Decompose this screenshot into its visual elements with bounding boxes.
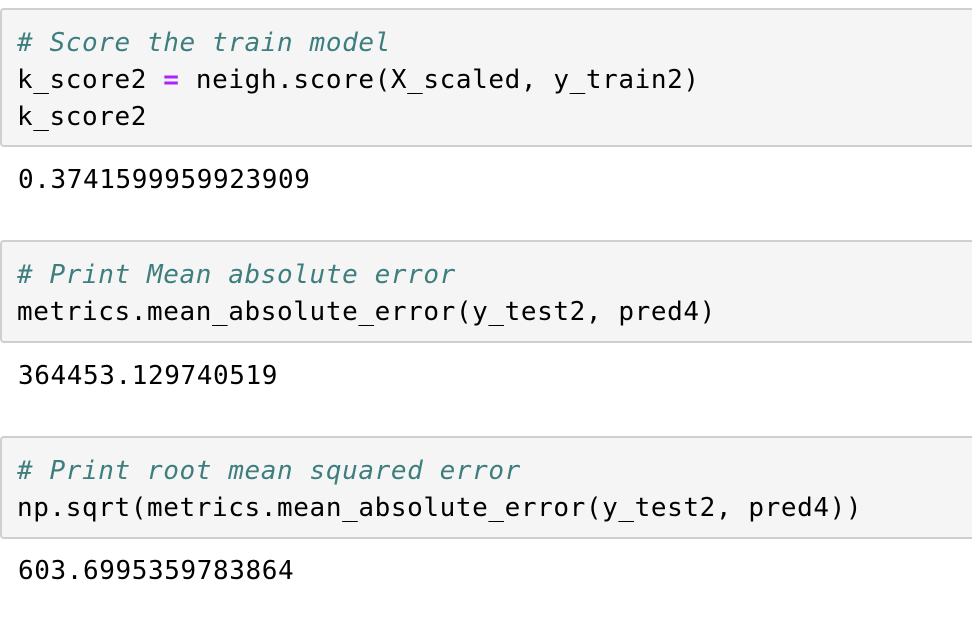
code-comment: # Print Mean absolute error bbox=[17, 260, 456, 290]
code-line: k_score2 = neigh.score(X_scaled, y_train… bbox=[17, 62, 972, 99]
code-comment: # Score the train model bbox=[17, 28, 391, 58]
cell-output-2: 364453.129740519 bbox=[18, 361, 279, 391]
code-line: np.sqrt(metrics.mean_absolute_error(y_te… bbox=[17, 493, 863, 523]
cell-output-3: 603.6995359783864 bbox=[18, 556, 295, 586]
notebook-cell-2: # Print Mean absolute error metrics.mean… bbox=[0, 240, 972, 343]
code-input-cell-1[interactable]: # Score the train model k_score2 = neigh… bbox=[0, 8, 972, 147]
code-expression: neigh.score(X_scaled, y_train2) bbox=[195, 65, 700, 95]
notebook-cell-1: # Score the train model k_score2 = neigh… bbox=[0, 8, 972, 147]
code-input-cell-2[interactable]: # Print Mean absolute error metrics.mean… bbox=[0, 240, 972, 343]
cell-output-1: 0.3741599959923909 bbox=[18, 165, 311, 195]
code-line: k_score2 bbox=[17, 102, 148, 132]
code-variable: k_score2 bbox=[17, 65, 148, 95]
code-line: metrics.mean_absolute_error(y_test2, pre… bbox=[17, 297, 716, 327]
notebook-cell-3: # Print root mean squared error np.sqrt(… bbox=[0, 436, 972, 539]
code-input-cell-3[interactable]: # Print root mean squared error np.sqrt(… bbox=[0, 436, 972, 539]
assignment-operator: = bbox=[163, 65, 180, 95]
code-comment: # Print root mean squared error bbox=[17, 456, 521, 486]
